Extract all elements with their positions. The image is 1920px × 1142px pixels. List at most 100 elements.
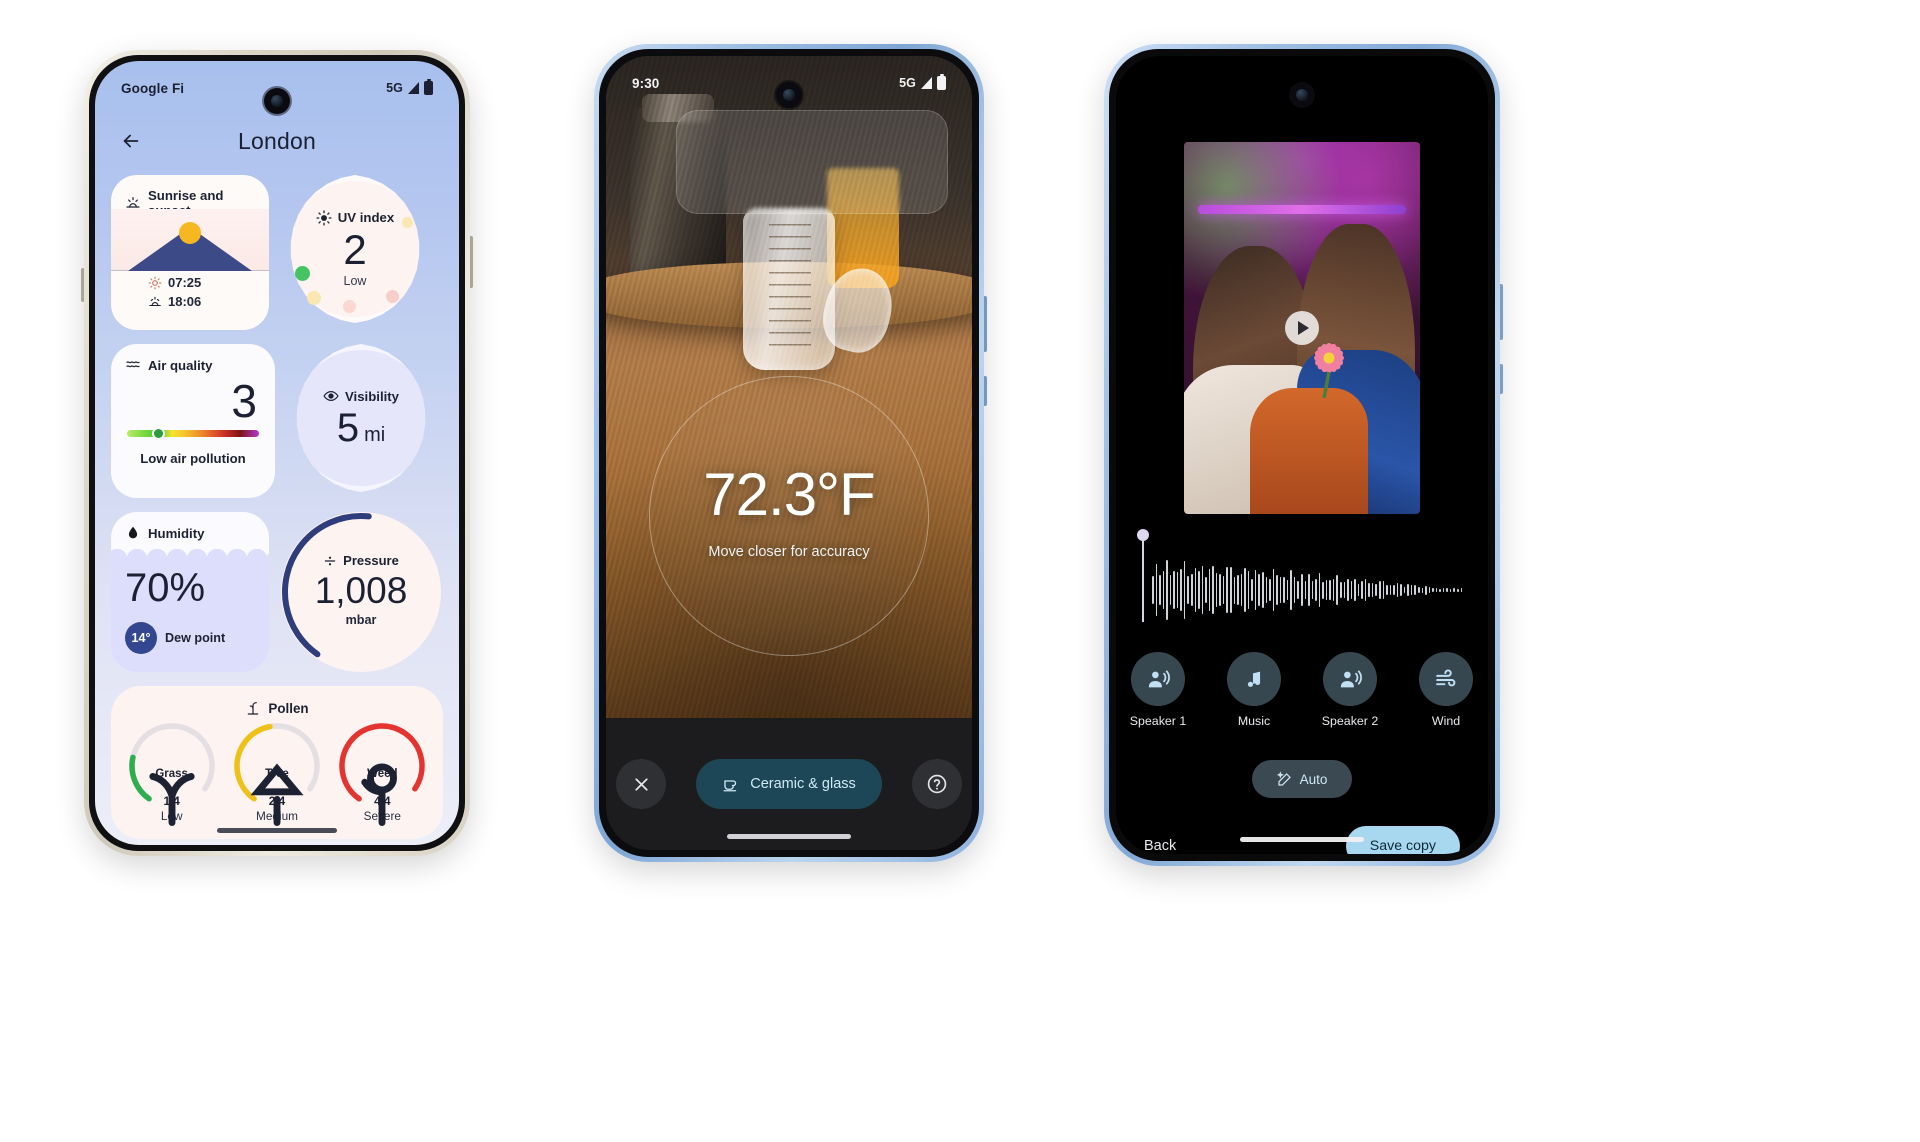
card-header: Air quality — [111, 344, 275, 373]
waveform-bar — [1393, 584, 1395, 596]
waveform-bar — [1162, 570, 1165, 610]
help-button[interactable] — [912, 759, 962, 809]
waveform-bar — [1183, 561, 1186, 619]
waveform-bar — [1191, 574, 1193, 606]
waveform-bar — [1386, 585, 1388, 595]
card-humidity[interactable]: Humidity 70% 14° Dew point — [111, 512, 269, 672]
air-quality-scale — [127, 428, 259, 438]
waveform-bar — [1293, 577, 1296, 603]
waveform-bar — [1237, 575, 1239, 605]
waveform-bar — [1173, 571, 1175, 609]
uv-header: UV index — [316, 210, 394, 226]
clock-label: 9:30 — [632, 75, 660, 91]
waveform-bar — [1304, 581, 1307, 599]
uv-level-dot — [295, 266, 310, 281]
waveform-bar — [1432, 587, 1434, 593]
phone-audio-editor: Speaker 1 Music Speaker 2 Wind Auto Back… — [1104, 44, 1503, 866]
card-visibility[interactable]: Visibility 5 mi — [287, 344, 435, 492]
playhead-handle[interactable] — [1137, 529, 1149, 622]
dew-point-badge: 14° — [125, 622, 157, 654]
auto-button[interactable]: Auto — [1252, 760, 1352, 798]
card-uv-index[interactable]: UV index 2 Low — [281, 175, 429, 323]
uv-value: 2 — [343, 225, 367, 273]
weather-row-1: Sunrise and sunset — [111, 175, 443, 330]
waveform-bar — [1322, 581, 1324, 599]
waveform-bar — [1457, 588, 1459, 592]
waveform-bar — [1244, 568, 1246, 612]
waveform-bar — [1410, 585, 1413, 595]
waveform-bar — [1371, 583, 1374, 597]
pollen-item-grass[interactable]: Grass 1/4 Low — [122, 720, 222, 826]
waveform-bar — [1414, 585, 1417, 595]
waveform-bar — [1418, 586, 1420, 594]
camera-viewfinder — [606, 56, 972, 718]
tool-speaker-2[interactable]: Speaker 2 — [1313, 652, 1387, 728]
carrier-label: Google Fi — [121, 80, 185, 96]
visibility-value: 5 — [336, 406, 360, 450]
pressure-gauge-ring — [282, 513, 440, 671]
tree-icon — [250, 742, 304, 826]
home-indicator[interactable] — [727, 834, 851, 839]
waveform-bar — [1152, 576, 1154, 604]
card-header: Humidity — [111, 512, 269, 541]
card-title: Air quality — [148, 357, 213, 373]
air-quality-label: Low air pollution — [140, 450, 246, 466]
tool-wind[interactable]: Wind — [1409, 652, 1483, 728]
air-quality-indicator — [154, 428, 164, 438]
tool-speaker-1[interactable]: Speaker 1 — [1121, 652, 1195, 728]
front-camera — [1289, 82, 1315, 108]
tool-music[interactable]: Music — [1217, 652, 1291, 728]
network-label: 5G — [899, 76, 916, 90]
waveform-bar — [1283, 577, 1285, 603]
magic-wand-icon — [1276, 771, 1293, 787]
waveform-bar — [1318, 573, 1321, 607]
tool-label: Wind — [1431, 714, 1461, 728]
material-label: Ceramic & glass — [750, 776, 856, 792]
pollen-gauge: Tree — [231, 720, 323, 826]
audio-tool-row: Speaker 1 Music Speaker 2 Wind — [1116, 652, 1488, 728]
waveform-bars — [1152, 558, 1463, 622]
dew-point-label: Dew point — [165, 631, 226, 645]
wind-icon — [1419, 652, 1473, 706]
home-indicator[interactable] — [1240, 837, 1364, 842]
card-pollen[interactable]: Pollen Grass 1/4 Low Tree 2/4 Medium Wee… — [111, 686, 443, 839]
waveform-bar — [1251, 579, 1253, 601]
pollen-center: Grass — [126, 742, 218, 826]
waveform-bar — [1169, 575, 1172, 605]
waveform-bar — [1155, 564, 1158, 616]
arrow-back-icon — [123, 134, 139, 148]
close-button[interactable] — [616, 759, 666, 809]
eye-icon — [323, 388, 339, 404]
waveform-bar — [1329, 580, 1331, 600]
card-pressure[interactable]: Pressure 1,008 mbar — [281, 512, 441, 672]
waveform-bar — [1279, 577, 1282, 603]
video-preview[interactable] — [1184, 142, 1420, 514]
waveform-bar — [1290, 570, 1292, 610]
home-indicator[interactable] — [217, 828, 337, 833]
card-air-quality[interactable]: Air quality 3 Low air pollution — [111, 344, 275, 498]
waveform-bar — [1347, 579, 1349, 601]
sun-times: 07:25 18:06 — [111, 275, 269, 309]
play-button[interactable] — [1285, 311, 1319, 345]
droplet-icon — [125, 525, 141, 541]
back-button[interactable] — [109, 130, 153, 152]
pollen-item-tree[interactable]: Tree 2/4 Medium — [227, 720, 327, 826]
material-selector-button[interactable]: Ceramic & glass — [696, 759, 882, 809]
waveform-bar — [1343, 582, 1346, 598]
pollen-item-weed[interactable]: Weed 4/4 Severe — [332, 720, 432, 826]
weather-row-3: Humidity 70% 14° Dew point Pressure 1,00… — [111, 512, 443, 672]
waveform-bar — [1442, 587, 1445, 593]
sunset-time: 18:06 — [168, 294, 202, 309]
sunset-icon — [148, 295, 162, 309]
screenshot-stage: Google Fi 5G London Sunrise and 07:25 18… — [0, 0, 1920, 1142]
waveform-bar — [1247, 571, 1250, 609]
waveform-bar — [1269, 579, 1271, 601]
waveform-bar — [1254, 570, 1257, 610]
material-icon — [722, 775, 740, 793]
waveform-bar — [1449, 588, 1452, 592]
back-button[interactable]: Back — [1144, 838, 1176, 854]
waveform-bar — [1364, 579, 1367, 601]
card-sunrise-sunset[interactable]: Sunrise and sunset — [111, 175, 269, 330]
waveform-bar — [1201, 566, 1204, 614]
audio-waveform[interactable] — [1137, 529, 1463, 636]
